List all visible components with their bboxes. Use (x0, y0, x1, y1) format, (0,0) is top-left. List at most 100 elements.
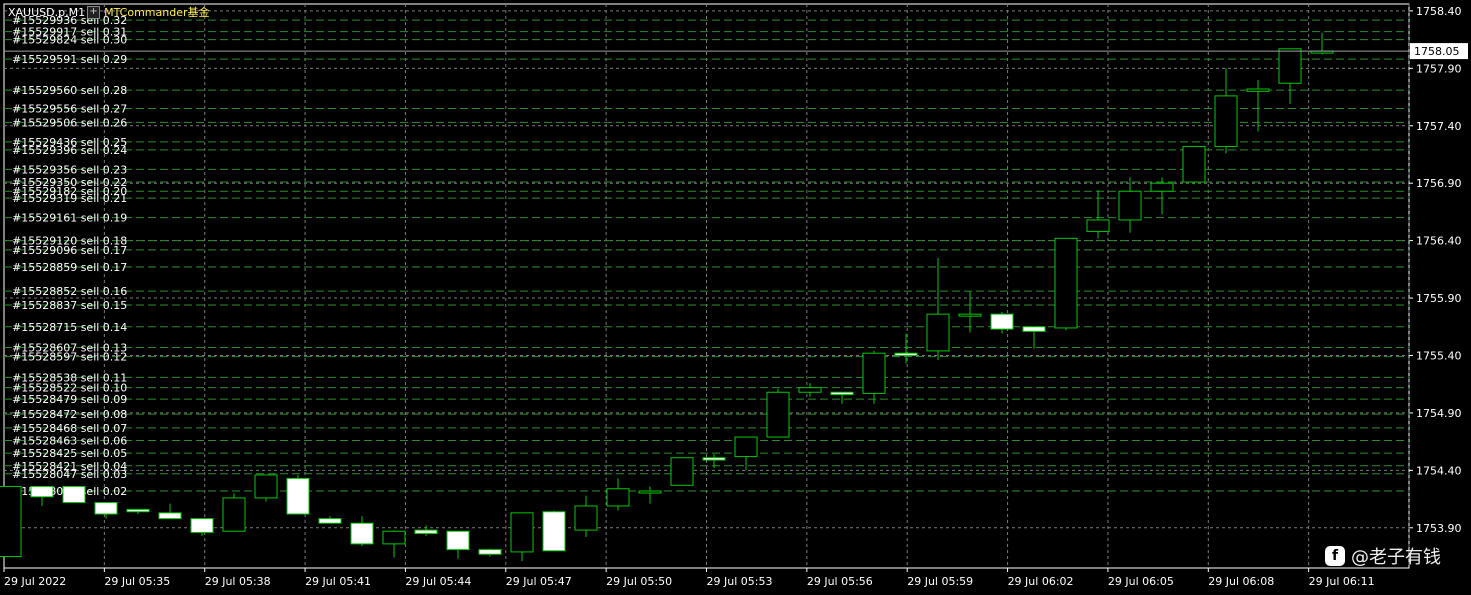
candle-body-bull (638, 490, 662, 494)
candle-body-bear (94, 502, 118, 515)
candle (510, 512, 534, 562)
candle (1278, 48, 1302, 104)
candle-body-bull (1086, 219, 1110, 232)
candle-body-bull (382, 530, 406, 545)
order-label: #15529319 sell 0.21 (12, 192, 127, 205)
price-axis-label: 1755.90 (1416, 292, 1462, 305)
candle (830, 391, 854, 404)
candle-body-bull (670, 457, 694, 486)
candle (62, 485, 86, 504)
candle-body-bull (766, 391, 790, 438)
candle-body-bear (702, 457, 726, 461)
candle (382, 530, 406, 558)
order-label: #15528859 sell 0.17 (12, 261, 127, 274)
candle-body-bear (286, 477, 310, 515)
candle (414, 525, 438, 536)
order-label: #15529396 sell 0.24 (12, 144, 127, 157)
candle-body-bull (254, 474, 278, 499)
price-axis-label: 1754.40 (1416, 464, 1462, 477)
candle-body-bull (1278, 48, 1302, 84)
symbol-label: XAUUSD.p,M1 (8, 5, 86, 19)
candle (766, 388, 790, 438)
order-label: #15529161 sell 0.19 (12, 212, 127, 225)
candle (638, 486, 662, 504)
time-axis-label: 29 Jul 05:35 (104, 575, 170, 588)
order-label: #15528852 sell 0.16 (12, 285, 127, 298)
candle (254, 474, 278, 502)
candle-body-bull (222, 497, 246, 532)
candle-body-bull (606, 488, 630, 507)
price-axis-label: 1755.40 (1416, 349, 1462, 362)
order-label: #15529096 sell 0.17 (12, 244, 127, 257)
candle-body-bull (510, 512, 534, 553)
watermark-text: @老子有钱 (1351, 547, 1441, 568)
order-label: #15529824 sell 0.30 (12, 34, 127, 47)
candle-body-bear (190, 518, 214, 533)
price-chart[interactable]: 1758.40 1757.90 1757.40 1756.90 1756.40 1755.… (0, 0, 1471, 595)
candle (894, 333, 918, 364)
time-axis-label: 29 Jul 06:08 (1208, 575, 1274, 588)
time-axis-label: 29 Jul 05:47 (506, 575, 572, 588)
current-price-label: 1758.05 (1414, 45, 1460, 58)
candle (350, 516, 374, 547)
time-axis-label: 29 Jul 05:44 (405, 575, 471, 588)
social-logo-icon: f (1325, 546, 1345, 566)
price-axis-label: 1756.90 (1416, 177, 1462, 190)
price-axis-label: 1757.40 (1416, 120, 1462, 133)
candle-body-bull (1054, 237, 1078, 329)
candle (670, 457, 694, 486)
order-label: #15529506 sell 0.26 (12, 116, 127, 129)
candle (574, 495, 598, 537)
candle (1214, 68, 1238, 154)
time-axis-label: 29 Jul 06:11 (1309, 575, 1375, 588)
time-axis-label: 29 Jul 05:53 (707, 575, 773, 588)
order-label: #15528479 sell 0.09 (12, 393, 127, 406)
watermark: f @老子有钱 (1325, 543, 1441, 569)
candle-body-bull (926, 313, 950, 352)
order-label: #15529556 sell 0.27 (12, 103, 127, 116)
candle (158, 503, 182, 520)
candle-body-bear (62, 485, 86, 504)
order-label: #15528047 sell 0.03 (12, 468, 127, 481)
candle (1182, 145, 1206, 185)
candle-body-bull (798, 387, 822, 393)
price-axis-label: 1757.90 (1416, 62, 1462, 75)
order-label: #15529356 sell 0.23 (12, 163, 127, 176)
order-label: #15529591 sell 0.29 (12, 53, 127, 66)
candle (926, 257, 950, 361)
candle (94, 502, 118, 519)
candle-body-bull (734, 436, 758, 458)
time-axis-label: 29 Jul 05:59 (907, 575, 973, 588)
candle-body-bear (350, 522, 374, 545)
time-axis-label: 29 Jul 05:56 (807, 575, 873, 588)
price-axis-label: 1753.90 (1416, 522, 1462, 535)
candle (606, 478, 630, 511)
candle-body-bear (1022, 326, 1046, 332)
candle-body-bear (158, 512, 182, 520)
time-axis-label: 29 Jul 06:05 (1108, 575, 1174, 588)
expert-advisor-name: MTCommander基金 (104, 6, 210, 19)
candle (1246, 79, 1270, 132)
candle-body-bear (30, 485, 54, 498)
candle-body-bull (1246, 88, 1270, 92)
candle (862, 350, 886, 404)
candle (318, 516, 342, 524)
candle (286, 474, 310, 515)
candle (798, 383, 822, 397)
candle (222, 493, 246, 532)
expand-toggle-button[interactable]: + (87, 5, 101, 19)
time-axis-label: 29 Jul 06:02 (1008, 575, 1074, 588)
candle (446, 530, 470, 559)
candle (1054, 237, 1078, 331)
time-axis-label: 29 Jul 05:50 (606, 575, 672, 588)
order-label: #15529560 sell 0.28 (12, 84, 127, 97)
chart-title-bar: XAUUSD.p,M1 + MTCommander基金 (8, 4, 210, 20)
candle-body-bear (126, 508, 150, 513)
order-label: #15528715 sell 0.14 (12, 321, 127, 334)
candle (190, 518, 214, 536)
candle-body-bear (830, 391, 854, 396)
candle (126, 508, 150, 515)
candle-body-bull (1214, 95, 1238, 147)
candle-body-bull (1118, 190, 1142, 221)
candle-body-bull (574, 505, 598, 531)
